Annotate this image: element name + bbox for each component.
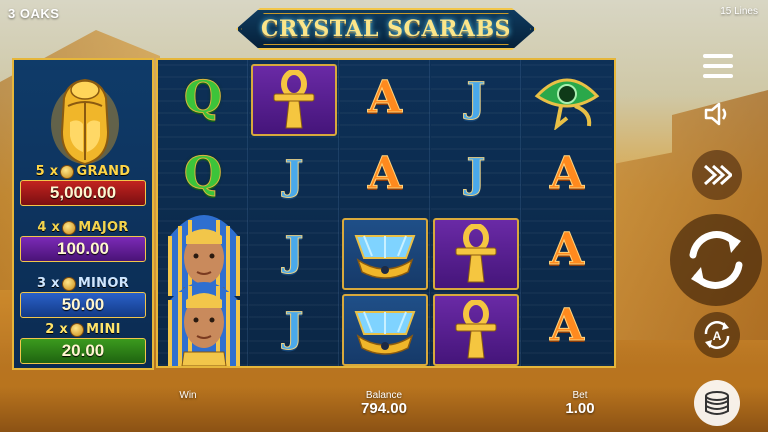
bet-value: 1.00 [565, 400, 595, 417]
symbol-j: J [284, 152, 304, 199]
lotus-crystal-icon [354, 235, 416, 279]
background-temple-right [608, 90, 768, 340]
menu-icon [703, 54, 733, 78]
golden-scarab-icon [51, 78, 119, 166]
svg-text:A: A [713, 329, 722, 343]
symbol-q: Q [183, 72, 223, 123]
scarab-coin-icon [60, 164, 75, 179]
jackpot-value: 5,000.00 [20, 180, 146, 206]
scarab-coin-icon [61, 276, 76, 291]
symbol-lotus [342, 294, 428, 366]
ankh-icon [455, 300, 497, 359]
lines-count: 15 Lines [720, 6, 758, 17]
win-label: Win [179, 390, 197, 401]
brand-name: 3 OAKS [8, 6, 60, 21]
ankh-icon [455, 224, 497, 283]
jackpot-value: 100.00 [20, 236, 146, 262]
menu-button[interactable] [696, 44, 740, 88]
jackpot-grand: 5 x GRAND 5,000.00 [14, 164, 152, 206]
symbol-a: A [549, 224, 585, 275]
balance-value: 794.00 [361, 400, 407, 417]
jackpot-value: 50.00 [20, 292, 146, 318]
symbol-a: A [549, 148, 585, 199]
jackpot-name: MAJOR [78, 220, 129, 235]
symbol-j: J [466, 74, 486, 121]
reel-5: A A A [522, 60, 612, 366]
symbol-a: A [549, 300, 585, 351]
reel-2: J J J [249, 60, 339, 366]
jackpot-value: 20.00 [20, 338, 146, 364]
symbol-ankh [433, 218, 519, 290]
jackpot-major: 4 x MAJOR 100.00 [14, 220, 152, 262]
symbol-ankh [251, 64, 337, 136]
symbol-j: J [284, 304, 304, 351]
symbol-a: A [367, 148, 403, 199]
jackpot-multiplier: 4 x [37, 220, 61, 235]
jackpot-name: MINOR [77, 276, 130, 291]
symbol-j: J [466, 150, 486, 197]
spin-arrows-icon [689, 231, 743, 289]
jackpot-panel: 5 x GRAND 5,000.00 4 x MAJOR 100.00 3 x … [12, 58, 154, 370]
symbol-eye-of-horus [524, 62, 610, 134]
jackpot-name: GRAND [76, 164, 131, 179]
sound-button[interactable] [698, 94, 738, 134]
jackpot-multiplier: 3 x [36, 276, 60, 291]
spin-button[interactable] [670, 214, 762, 306]
symbol-ankh [433, 294, 519, 366]
symbol-j: J [284, 228, 304, 275]
jackpot-name: MINI [86, 322, 121, 337]
scarab-coin-icon [62, 220, 77, 235]
turbo-button[interactable] [692, 150, 742, 200]
game-logo: CRYSTAL SCARABS [236, 8, 536, 50]
scarab-coin-icon [70, 322, 85, 337]
eye-of-horus-icon [534, 78, 600, 130]
symbol-lotus [342, 218, 428, 290]
autoplay-button[interactable]: A [694, 312, 740, 358]
jackpot-multiplier: 5 x [35, 164, 59, 179]
bet-button[interactable] [694, 380, 740, 426]
reel-3: A A [340, 60, 430, 366]
jackpot-multiplier: 2 x [45, 322, 69, 337]
fast-forward-icon [703, 164, 732, 186]
symbol-a: A [367, 72, 403, 123]
speaker-icon [704, 102, 727, 126]
autoplay-icon: A [704, 321, 730, 349]
lotus-crystal-icon [354, 311, 416, 355]
jackpot-minor: 3 x MINOR 50.00 [14, 276, 152, 318]
reel-4: J J [431, 60, 521, 366]
pharaoh-symbol [168, 282, 240, 366]
jackpot-mini: 2 x MINI 20.00 [14, 322, 152, 364]
ankh-icon [273, 70, 315, 129]
coin-stack-icon [705, 391, 729, 415]
